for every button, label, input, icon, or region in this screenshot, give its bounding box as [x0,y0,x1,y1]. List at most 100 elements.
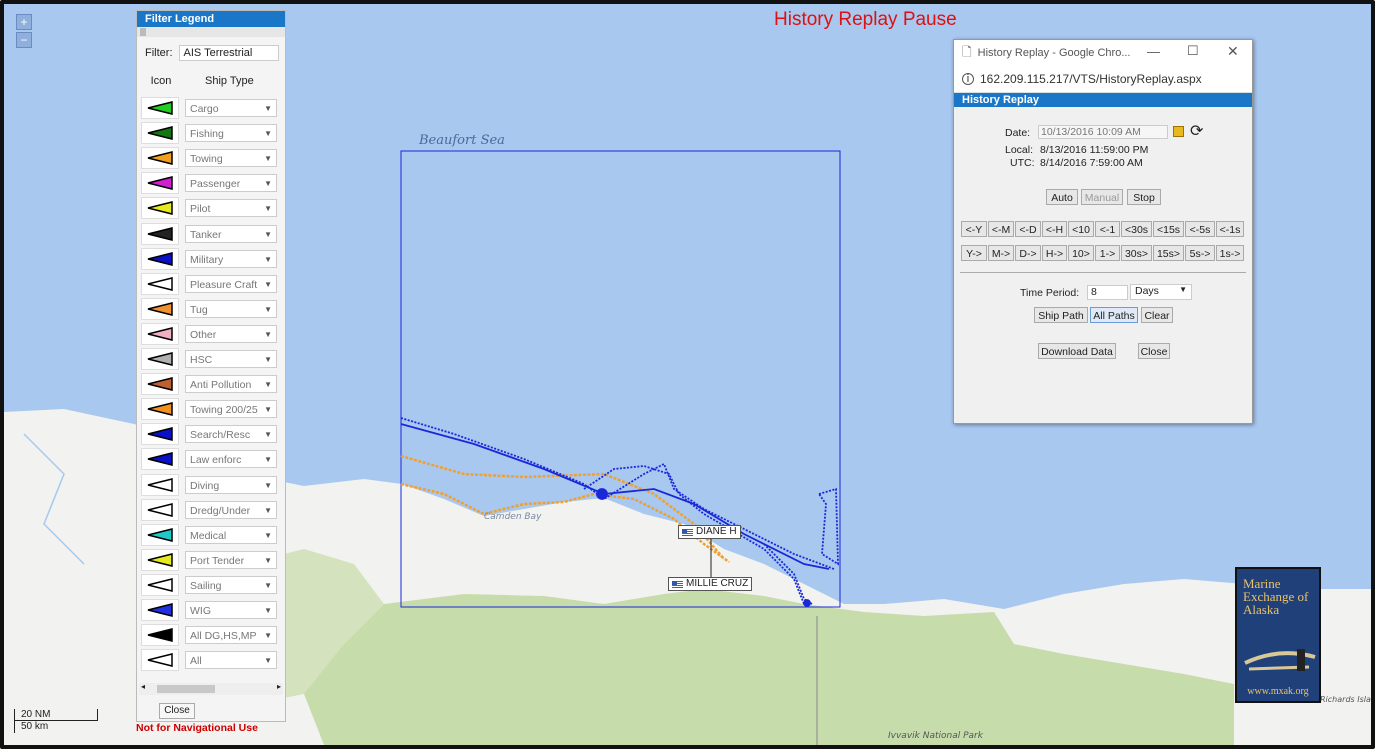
ship-type-select[interactable]: Pleasure Craft ▼ [185,274,277,293]
ship-type-label: Pleasure Craft [190,278,258,291]
ship-type-arrow-icon [141,573,179,596]
ship-type-select[interactable]: Military ▼ [185,249,277,268]
time-period-input[interactable]: 8 [1087,285,1128,300]
ship-type-select[interactable]: Tug ▼ [185,299,277,318]
legend-top-scrollbar[interactable] [137,27,285,37]
step-button[interactable]: <-H [1042,221,1067,237]
legend-row: Fishing ▼ [141,122,277,145]
address-bar[interactable]: i 162.209.115.217/VTS/HistoryReplay.aspx [954,66,1252,93]
ship-type-label: Cargo [190,103,219,115]
filter-row: Filter: AIS Terrestrial [137,45,285,61]
step-button[interactable]: <15s [1153,221,1184,237]
legend-row: WIG ▼ [141,599,277,621]
date-input[interactable]: 10/13/2016 10:09 AM [1038,125,1168,139]
ship-type-select[interactable]: Towing ▼ [185,149,277,168]
ship-type-select[interactable]: Anti Pollution ▼ [185,375,277,394]
ship-type-select[interactable]: HSC ▼ [185,350,277,368]
page-icon: 🗋 [962,44,972,59]
ship-type-arrow-icon [141,348,179,370]
ship-label-diane-h[interactable]: DIANE H [678,525,741,539]
local-time: 8/13/2016 11:59:00 PM [1040,144,1149,156]
ship-type-arrow-icon [141,649,179,672]
filter-value-field[interactable]: AIS Terrestrial [178,45,279,61]
ship-label-millie-cruz[interactable]: MILLIE CRUZ [668,577,753,591]
step-button[interactable]: <-1s [1216,221,1244,237]
step-button[interactable]: 15s> [1153,245,1184,261]
ship-type-select[interactable]: Medical ▼ [185,525,277,544]
legend-horizontal-scrollbar[interactable]: ◂ ▸ [139,682,283,695]
download-data-button[interactable]: Download Data [1038,343,1116,359]
legend-row: Tanker ▼ [141,222,277,245]
all-paths-button[interactable]: All Paths [1090,307,1138,323]
ship-type-arrow-icon [141,448,179,471]
ship-type-select[interactable]: Port Tender ▼ [185,550,277,569]
ship-type-arrow-icon [141,247,179,270]
ship-type-label: All [190,655,202,668]
ship-type-select[interactable]: Law enforc ▼ [185,450,277,469]
step-button[interactable]: <-Y [961,221,987,237]
auto-button[interactable]: Auto [1046,189,1078,205]
ship-type-arrow-icon [141,523,179,546]
calendar-icon[interactable] [1173,126,1184,137]
step-button[interactable]: <10 [1068,221,1094,237]
ship-name: DIANE H [696,526,737,537]
ship-type-select[interactable]: Fishing ▼ [185,124,277,143]
step-button[interactable]: D-> [1015,245,1041,261]
ship-type-label: Diving [190,479,220,492]
zoom-out-button[interactable]: − [16,32,32,48]
refresh-icon[interactable]: ⟳ [1190,121,1203,141]
ship-type-select[interactable]: All ▼ [185,651,277,670]
step-button[interactable]: H-> [1042,245,1067,261]
step-button[interactable]: 5s-> [1185,245,1215,261]
ship-type-arrow-icon [141,222,179,245]
step-button[interactable]: 10> [1068,245,1094,261]
ship-path-button[interactable]: Ship Path [1034,307,1088,323]
stop-button[interactable]: Stop [1127,189,1161,205]
window-titlebar[interactable]: 🗋 History Replay - Google Chro... — ☐ ✕ [954,40,1252,66]
info-icon[interactable]: i [962,73,974,85]
ship-type-select[interactable]: Sailing ▼ [185,575,277,594]
step-button[interactable]: M-> [988,245,1014,261]
ship-type-select[interactable]: Cargo ▼ [185,99,277,117]
step-button[interactable]: 1s-> [1216,245,1244,261]
ship-type-select[interactable]: Pilot ▼ [185,199,277,218]
clear-button[interactable]: Clear [1141,307,1173,323]
ship-type-select[interactable]: Diving ▼ [185,475,277,494]
date-label: Date: [1005,127,1031,139]
close-icon[interactable]: ✕ [1227,43,1239,60]
ship-type-select[interactable]: WIG ▼ [185,601,277,619]
ship-type-select[interactable]: Tanker ▼ [185,224,277,243]
zoom-in-button[interactable]: + [16,14,32,30]
ship-type-arrow-icon [141,97,179,119]
ship-type-label: Dredg/Under [190,504,251,517]
ship-type-select[interactable]: Other ▼ [185,324,277,343]
manual-button[interactable]: Manual [1081,189,1123,205]
legend-row: Medical ▼ [141,523,277,546]
step-button[interactable]: 1-> [1095,245,1120,261]
step-button[interactable]: 30s> [1121,245,1152,261]
legend-title[interactable]: Filter Legend [137,11,285,27]
ship-type-select[interactable]: All DG,HS,MP ▼ [185,626,277,645]
step-button[interactable]: <-5s [1185,221,1215,237]
step-button[interactable]: <-1 [1095,221,1120,237]
legend-row: Pilot ▼ [141,197,277,220]
step-button[interactable]: <30s [1121,221,1152,237]
utc-time: 8/14/2016 7:59:00 AM [1040,157,1143,169]
chevron-down-icon: ▼ [264,530,272,540]
dialog-close-button[interactable]: Close [1138,343,1170,359]
step-button[interactable]: <-D [1015,221,1041,237]
time-period-unit-select[interactable]: Days ▼ [1130,284,1192,300]
ship-type-label: Law enforc [190,454,242,467]
chevron-down-icon: ▼ [264,430,272,440]
ship-type-select[interactable]: Passenger ▼ [185,174,277,193]
maximize-icon[interactable]: ☐ [1187,43,1199,59]
chevron-down-icon: ▼ [264,154,272,164]
minimize-icon[interactable]: — [1147,44,1160,59]
chevron-down-icon: ▼ [264,229,272,239]
legend-close-button[interactable]: Close [159,703,195,719]
step-button[interactable]: <-M [988,221,1014,237]
ship-type-select[interactable]: Dredg/Under ▼ [185,500,277,519]
ship-type-select[interactable]: Towing 200/25 ▼ [185,400,277,419]
step-button[interactable]: Y-> [961,245,987,261]
ship-type-select[interactable]: Search/Resc ▼ [185,425,277,444]
